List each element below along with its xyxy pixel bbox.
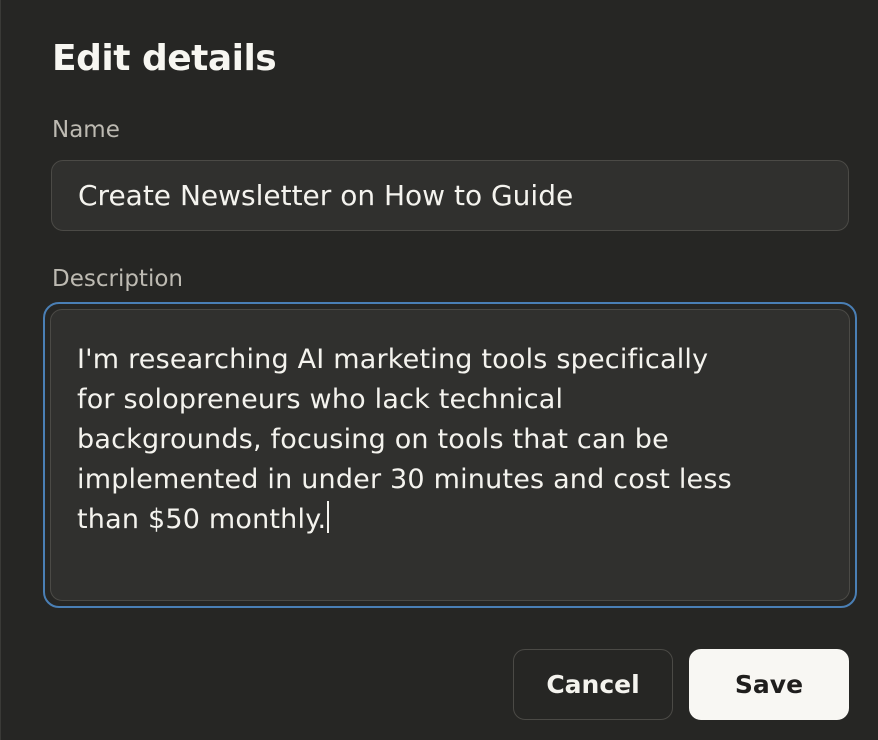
description-line: implemented in under 30 minutes and cost… [77,464,732,495]
description-line: backgrounds, focusing on tools that can … [77,424,669,455]
text-caret [327,501,330,533]
save-button[interactable]: Save [689,649,849,720]
cancel-button[interactable]: Cancel [513,649,673,720]
description-textarea[interactable]: I'm researching AI marketing tools speci… [50,309,850,601]
dialog-title: Edit details [52,38,277,79]
description-line-last: than $50 monthly. [77,500,823,540]
name-label: Name [52,117,120,143]
description-label: Description [52,266,183,292]
description-line: I'm researching AI marketing tools speci… [77,344,709,375]
edit-details-dialog: Edit details Name Create Newsletter on H… [0,0,878,740]
description-line: for solopreneurs who lack technical [77,384,564,415]
name-input[interactable]: Create Newsletter on How to Guide [51,160,849,231]
description-line-text: than $50 monthly. [77,504,327,535]
